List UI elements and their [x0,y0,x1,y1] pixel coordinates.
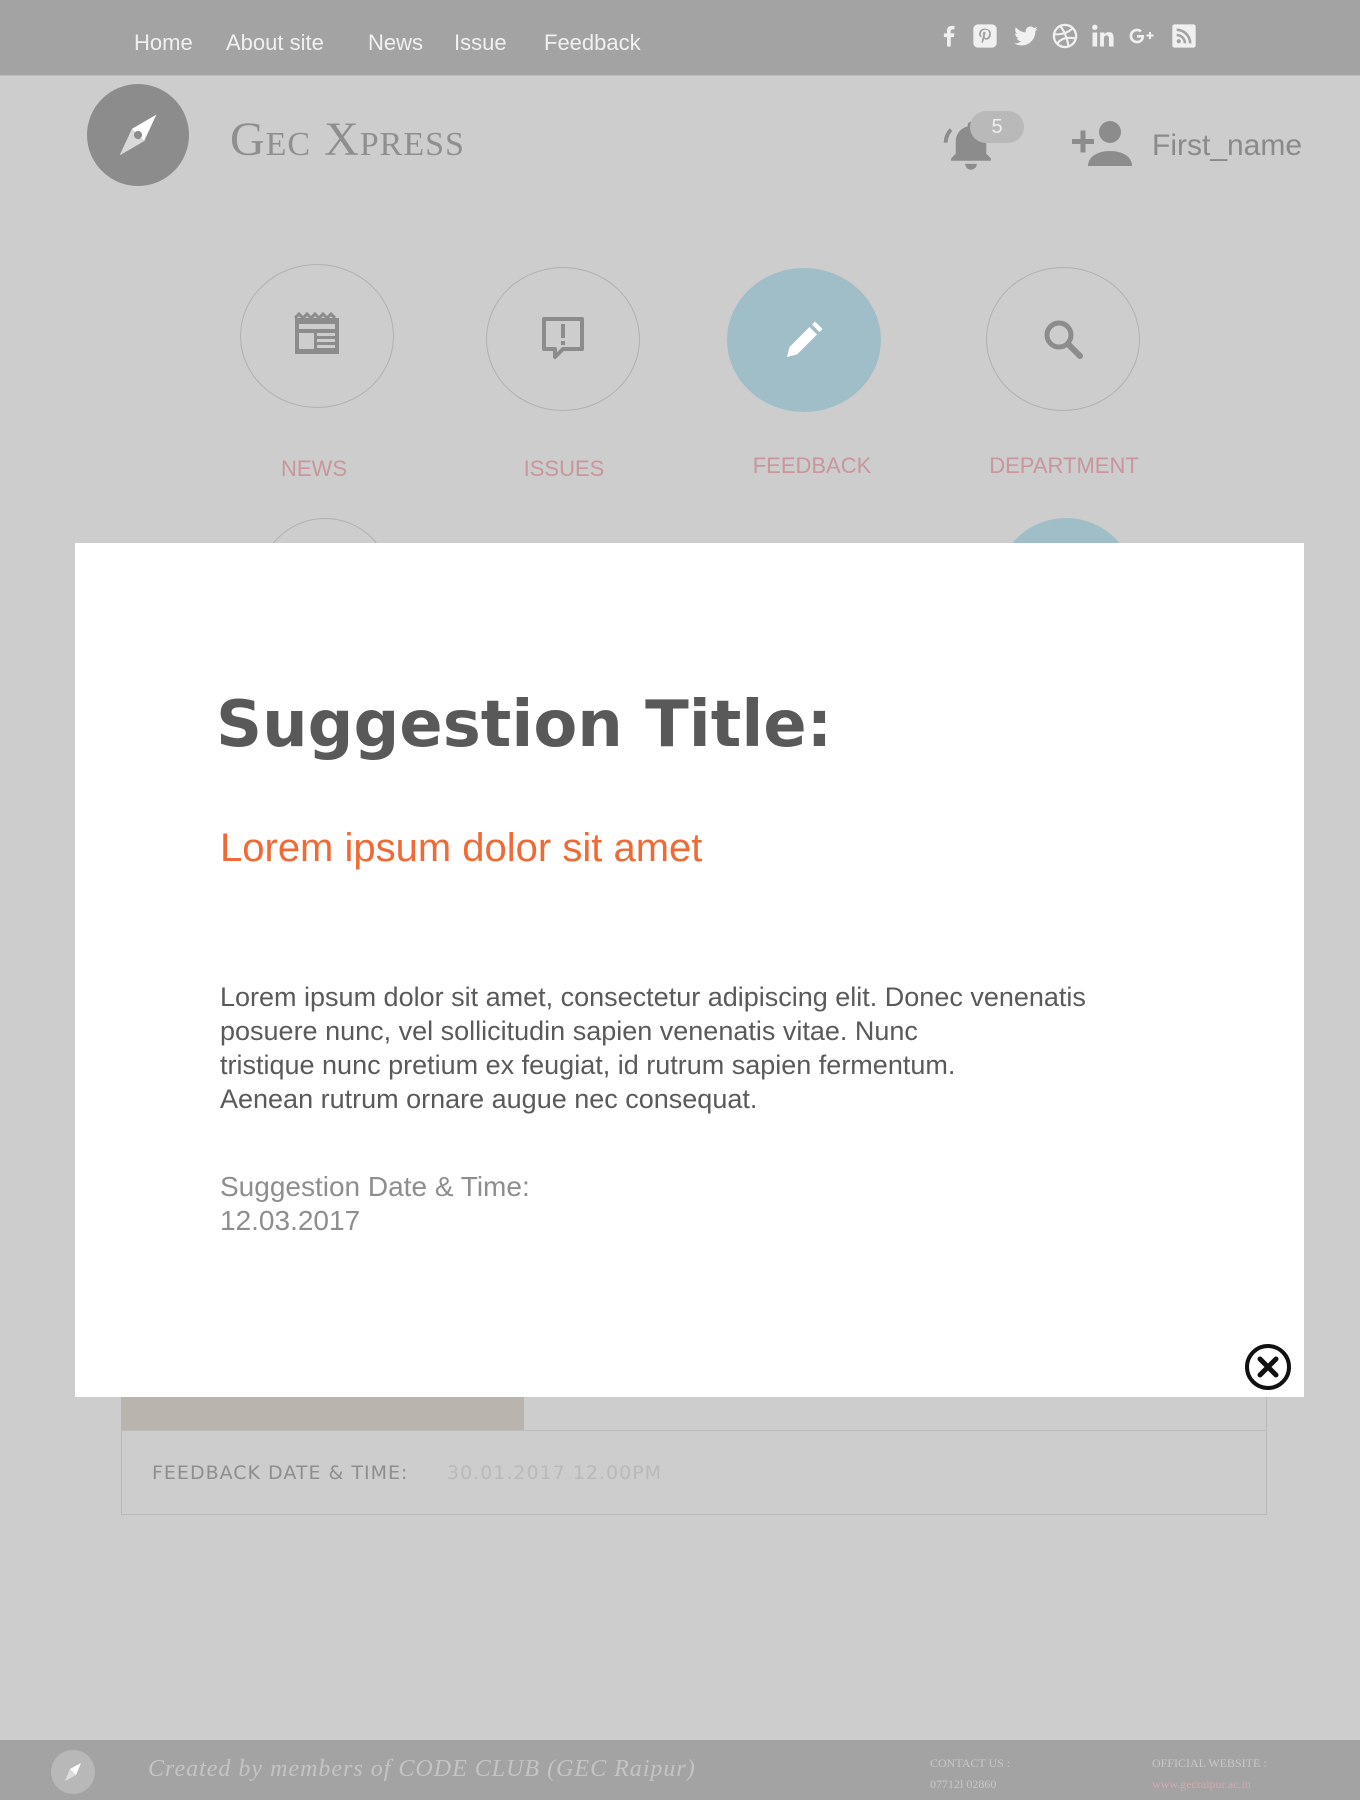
user-name[interactable]: First_name [1152,129,1302,163]
suggestion-body: Lorem ipsum dolor sit amet, consectetur … [220,980,1220,1116]
newspaper-icon [293,311,339,354]
twitter-icon[interactable] [1012,22,1040,50]
contact-label: CONTACT US : [930,1756,1011,1770]
body-line: posuere nunc, vel sollicitudin sapien ve… [220,1016,918,1046]
compass-icon [50,1749,96,1795]
compass-logo-icon[interactable] [87,84,189,186]
suggestion-date-value: 12.03.2017 [220,1205,361,1236]
notification-badge: 5 [970,111,1024,143]
feature-news-button[interactable] [240,264,394,408]
nav-link-home[interactable]: Home [134,30,193,56]
website-label: OFFICIAL WEBSITE : [1152,1756,1267,1770]
add-user-icon[interactable] [1070,118,1136,168]
top-nav: Home About site News Issue Feedback [0,0,1360,76]
feedback-date-label: FEEDBACK DATE & TIME: [152,1462,409,1484]
feature-news-label: NEWS [281,456,347,481]
google-plus-icon[interactable] [1128,22,1156,50]
feature-department-label: DEPARTMENT [989,453,1139,478]
nav-link-about-site[interactable]: About site [226,30,324,56]
nav-link-issue[interactable]: Issue [454,30,507,56]
nav-link-news[interactable]: News [368,30,423,56]
contact-value: 07712l 02860 [930,1777,997,1791]
site-brand[interactable]: Gec Xpress [230,112,465,167]
footer-credit: Created by members of CODE CLUB (GEC Rai… [148,1756,696,1782]
feature-feedback-label: FEEDBACK [752,453,872,478]
pencil-icon [787,321,823,357]
feedback-date-value: 30.01.2017 12.00PM [447,1462,663,1484]
suggestion-title-value: Lorem ipsum dolor sit amet [220,826,703,870]
rss-icon[interactable] [1170,22,1198,50]
nav-link-feedback[interactable]: Feedback [544,30,641,56]
dribbble-icon[interactable] [1051,22,1079,50]
suggestion-modal [75,543,1304,1397]
suggestion-date-label: Suggestion Date & Time: [220,1171,530,1202]
alert-message-icon [542,317,584,359]
body-line: Aenean rutrum ornare augue nec consequat… [220,1084,758,1114]
feature-department-button[interactable] [986,267,1140,411]
divider [121,1430,1267,1431]
linkedin-icon[interactable] [1089,22,1117,50]
feature-issues-button[interactable] [486,267,640,411]
close-icon[interactable] [1243,1342,1293,1392]
search-icon [1044,320,1083,359]
feature-feedback-button[interactable] [727,268,881,412]
feature-issues-label: ISSUES [523,456,605,481]
modal-title: Suggestion Title: [216,688,833,762]
pinterest-icon[interactable] [971,22,999,50]
body-line: Lorem ipsum dolor sit amet, consectetur … [220,982,1086,1012]
website-link[interactable]: www.gecraipur.ac.in [1152,1777,1251,1792]
body-line: tristique nunc pretium ex feugiat, id ru… [220,1050,956,1080]
facebook-icon[interactable] [935,22,963,50]
